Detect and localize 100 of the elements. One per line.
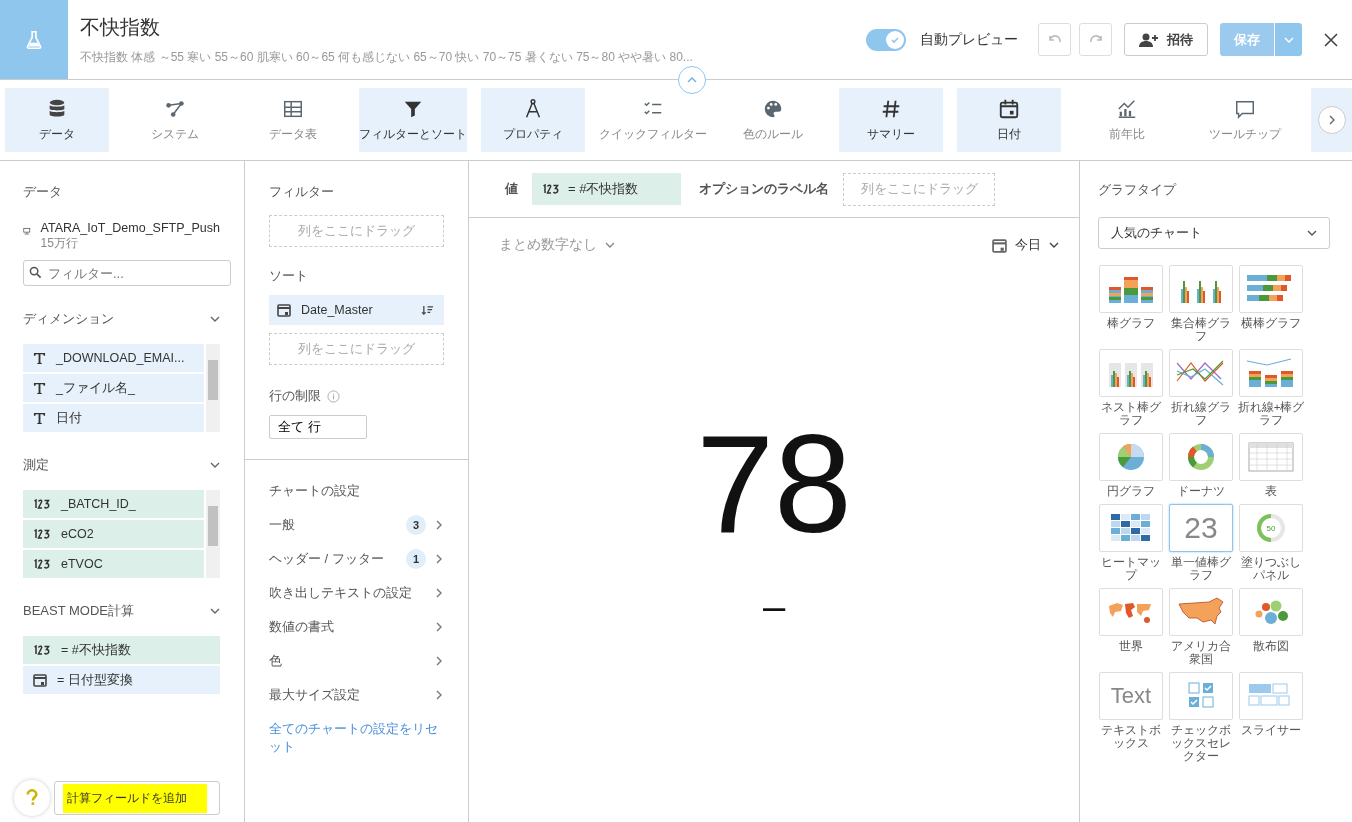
- chart-type-tile[interactable]: [1169, 265, 1233, 313]
- chevron-down-icon: [1307, 228, 1317, 238]
- section-heading: 行の制限: [269, 387, 321, 405]
- close-button[interactable]: [1324, 32, 1338, 47]
- search-icon: [29, 266, 42, 279]
- number-type-icon: [33, 529, 51, 539]
- sort-field[interactable]: Date_Master: [269, 295, 444, 325]
- chart-type-label[interactable]: アメリカ合衆国: [1166, 640, 1236, 666]
- field-item[interactable]: 日付: [23, 404, 204, 432]
- chart-type-label[interactable]: 散布図: [1236, 640, 1306, 653]
- scrollbar[interactable]: [206, 490, 220, 578]
- toolbar-tab[interactable]: 前年比: [1075, 88, 1179, 152]
- chart-type-tile[interactable]: [1099, 265, 1163, 313]
- toggle-switch[interactable]: [866, 28, 906, 51]
- toolbar-tab[interactable]: 日付: [957, 88, 1061, 152]
- row-limit-field[interactable]: 全て 行: [269, 415, 367, 439]
- scrollbar[interactable]: [206, 344, 220, 432]
- settings-item[interactable]: 色: [269, 644, 444, 678]
- chart-type-label[interactable]: テキストボックス: [1096, 724, 1166, 750]
- toolbar-tab[interactable]: システム: [123, 88, 227, 152]
- chart-type-label[interactable]: ドーナツ: [1166, 485, 1236, 498]
- value-field[interactable]: = #不快指数: [532, 173, 681, 205]
- chart-type-label[interactable]: ヒートマップ: [1096, 556, 1166, 582]
- dataset-name[interactable]: ATARA_IoT_Demo_SFTP_Push: [40, 221, 220, 235]
- section-heading: 測定: [23, 456, 49, 474]
- comparison-value: –: [761, 584, 787, 629]
- question-icon: [26, 789, 38, 807]
- chart-type-tile[interactable]: [1239, 265, 1303, 313]
- chart-type-label[interactable]: 棒グラフ: [1096, 317, 1166, 330]
- big-number: 78: [695, 414, 853, 554]
- chart-type-tile[interactable]: [1169, 433, 1233, 481]
- toolbar-tab[interactable]: データ: [5, 88, 109, 152]
- chart-type-label[interactable]: 折れ線グラフ: [1166, 401, 1236, 427]
- field-item[interactable]: _ファイル名_: [23, 374, 204, 402]
- field-item[interactable]: = 日付型変換: [23, 666, 220, 694]
- row-count: 15万行: [40, 235, 79, 252]
- chart-type-tile[interactable]: [1239, 588, 1303, 636]
- chart-type-label[interactable]: 世界: [1096, 640, 1166, 653]
- settings-item[interactable]: 数値の書式: [269, 610, 444, 644]
- chart-type-tile[interactable]: [1239, 349, 1303, 397]
- field-item[interactable]: eCO2: [23, 520, 204, 548]
- chart-type-tile[interactable]: [1169, 349, 1233, 397]
- field-item[interactable]: eTVOC: [23, 550, 204, 578]
- toolbar-tab[interactable]: サマリー: [839, 88, 943, 152]
- redo-button[interactable]: [1079, 23, 1112, 56]
- chart-type-label[interactable]: 折れ線+棒グラフ: [1236, 401, 1306, 427]
- search-field[interactable]: フィルター...: [23, 260, 231, 286]
- reset-link[interactable]: 全てのチャートの設定をリセット: [269, 720, 444, 756]
- chart-type-tile[interactable]: [1099, 349, 1163, 397]
- settings-item[interactable]: ヘッダー / フッター 1: [269, 542, 444, 576]
- chart-category-dropdown[interactable]: 人気のチャート: [1098, 217, 1330, 249]
- settings-item[interactable]: 最大サイズ設定: [269, 678, 444, 712]
- sort-order-icon[interactable]: [421, 304, 434, 316]
- chart-type-label[interactable]: 表: [1236, 485, 1306, 498]
- chart-type-tile[interactable]: [1239, 433, 1303, 481]
- chart-type-label[interactable]: 単一値棒グラフ: [1166, 556, 1236, 582]
- check-icon: [890, 34, 900, 45]
- invite-button[interactable]: 招待: [1124, 23, 1208, 56]
- chevron-right-icon: [434, 622, 444, 632]
- field-item[interactable]: = #不快指数: [23, 636, 220, 664]
- settings-item[interactable]: 吹き出しテキストの設定: [269, 576, 444, 610]
- undo-button[interactable]: [1038, 23, 1071, 56]
- chart-type-label[interactable]: チェックボックスセレクター: [1166, 724, 1236, 763]
- settings-item[interactable]: 一般 3: [269, 508, 444, 542]
- chart-type-tile[interactable]: [1239, 672, 1303, 720]
- chart-type-label[interactable]: 集合棒グラフ: [1166, 317, 1236, 343]
- field-item[interactable]: _BATCH_ID_: [23, 490, 204, 518]
- calendar-icon: [277, 303, 291, 317]
- help-button[interactable]: [14, 780, 50, 816]
- field-item[interactable]: _DOWNLOAD_EMAI...: [23, 344, 204, 372]
- toolbar-tab[interactable]: データ表: [241, 88, 345, 152]
- add-person-icon: [1139, 31, 1159, 48]
- chart-type-tile[interactable]: 23: [1169, 504, 1233, 552]
- collapse-button[interactable]: [678, 66, 706, 94]
- chevron-down-icon: [210, 606, 220, 616]
- toolbar-tab[interactable]: プロパティ: [481, 88, 585, 152]
- save-menu-button[interactable]: [1274, 23, 1302, 56]
- add-calculated-field-button[interactable]: 計算フィールドを追加: [54, 781, 220, 815]
- chart-type-label[interactable]: スライサー: [1236, 724, 1306, 737]
- chart-type-tile[interactable]: [1099, 504, 1163, 552]
- info-icon[interactable]: [327, 389, 340, 403]
- value-label: 値: [505, 180, 518, 198]
- number-type-icon: [33, 645, 51, 655]
- chart-type-tile[interactable]: Text: [1099, 672, 1163, 720]
- chart-type-label[interactable]: 円グラフ: [1096, 485, 1166, 498]
- chart-type-tile[interactable]: [1099, 433, 1163, 481]
- toolbar-tab[interactable]: ツールチップ: [1193, 88, 1297, 152]
- chart-type-label[interactable]: 塗りつぶしパネル: [1236, 556, 1306, 582]
- date-range-dropdown[interactable]: 今日: [992, 236, 1059, 254]
- toolbar-tab[interactable]: 色のルール: [721, 88, 825, 152]
- chart-type-tile[interactable]: [1169, 588, 1233, 636]
- chart-type-tile[interactable]: [1099, 588, 1163, 636]
- chart-type-label[interactable]: ネスト棒グラフ: [1096, 401, 1166, 427]
- number-type-icon: [33, 559, 51, 569]
- card-title[interactable]: 不快指数: [80, 13, 866, 41]
- toolbar-tab[interactable]: クイックフィルター: [599, 88, 707, 152]
- chart-type-tile[interactable]: [1169, 672, 1233, 720]
- toolbar-tab[interactable]: フィルターとソート: [359, 88, 467, 152]
- chart-type-label[interactable]: 横棒グラフ: [1236, 317, 1306, 330]
- field-name: _DOWNLOAD_EMAI...: [56, 351, 185, 365]
